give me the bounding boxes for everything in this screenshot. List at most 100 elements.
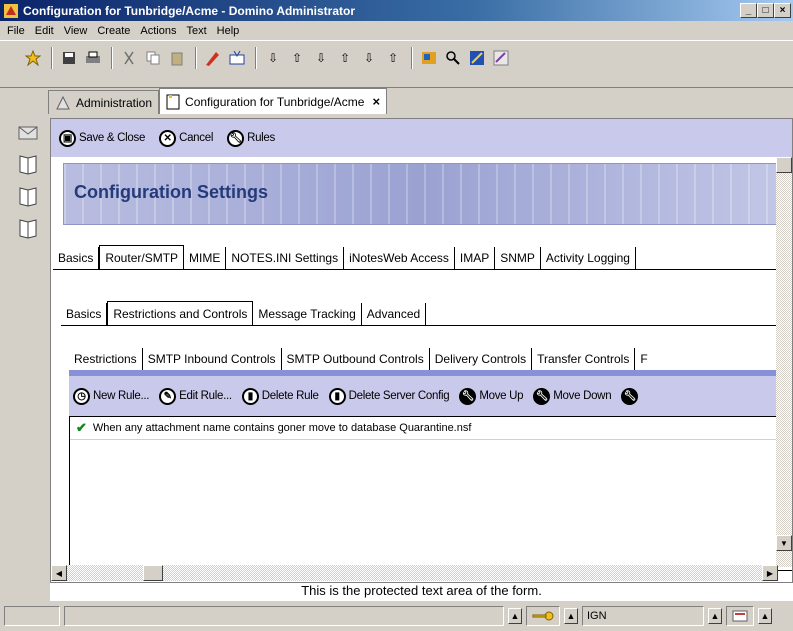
agent-icon[interactable] [490,47,512,69]
rules-list: ✔ When any attachment name contains gone… [69,416,792,571]
tab-inotes-web-access[interactable]: iNotesWeb Access [344,247,455,269]
rules-button[interactable]: 🔧︎ Rules [227,129,275,147]
main-tabs: Basics Router/SMTP MIME NOTES.INI Settin… [53,243,636,269]
delete-rule-button[interactable]: ▮ Delete Rule [241,387,319,405]
more-action-button[interactable]: 🔧︎ [621,387,639,405]
mail-bookmark-icon[interactable] [16,120,40,144]
tab-mime[interactable]: MIME [184,247,227,269]
cancel-icon: ✕ [159,129,177,147]
scroll-right-button[interactable]: ▶ [762,565,778,581]
horizontal-scrollbar[interactable]: ◀ ▶ [51,565,778,581]
move-down-button[interactable]: 🔧︎ Move Down [533,387,612,405]
menu-actions[interactable]: Actions [135,25,181,37]
tab-snmp[interactable]: SNMP [495,247,541,269]
rules-action-bar: ◷ New Rule... ✎ Edit Rule... ▮ Delete Ru… [69,370,792,416]
tab-advanced[interactable]: Advanced [362,303,427,325]
tab-administration-label: Administration [76,95,153,110]
minimize-button[interactable]: _ [740,3,757,18]
trash-icon-2: ▮ [328,387,346,405]
tab-imap[interactable]: IMAP [455,247,496,269]
scroll-left-button[interactable]: ◀ [51,565,67,581]
close-tab-icon[interactable]: × [372,94,380,109]
horizontal-scroll-thumb[interactable] [143,565,163,581]
inbox-icon[interactable] [226,47,248,69]
menu-create[interactable]: Create [92,25,135,37]
location-up-arrow-icon[interactable]: ▲ [708,608,722,624]
print-icon[interactable] [82,47,104,69]
wrench-icon: 🔧︎ [227,129,245,147]
tab-f-partial[interactable]: F [635,348,652,370]
menu-view[interactable]: View [59,25,93,37]
app-window: Configuration for Tunbridge/Acme - Domin… [0,0,793,631]
delete-server-config-button[interactable]: ▮ Delete Server Config [328,387,450,405]
arrow-down-icon[interactable]: ⇩ [262,47,284,69]
copy-icon[interactable] [142,47,164,69]
location-selector[interactable]: IGN [582,606,704,626]
vertical-scroll-thumb[interactable] [776,157,792,173]
check-icon: ✔ [76,420,87,435]
cancel-button[interactable]: ✕ Cancel [159,129,213,147]
status-up-arrow-icon-2[interactable]: ▲ [564,608,578,624]
scroll-down-button[interactable]: ▼ [776,535,792,551]
arrow-up-top-icon[interactable]: ⇧ [286,47,308,69]
save-close-button[interactable]: ▣ Save & Close [59,129,146,147]
document-area: ▣ Save & Close ✕ Cancel 🔧︎ Rules Configu… [50,118,793,583]
tab-smtp-outbound[interactable]: SMTP Outbound Controls [282,348,430,370]
menu-bar: File Edit View Create Actions Text Help [0,21,793,40]
new-rule-button[interactable]: ◷ New Rule... [73,387,149,405]
tab-router-basics[interactable]: Basics [61,303,108,325]
menu-help[interactable]: Help [212,25,245,37]
tab-administration[interactable]: Administration [48,90,160,114]
save-icon: ▣ [59,129,76,147]
table-row[interactable]: ✔ When any attachment name contains gone… [70,417,792,440]
database-icon[interactable] [418,47,440,69]
title-bar[interactable]: Configuration for Tunbridge/Acme - Domin… [0,0,793,21]
mail-status-icon[interactable] [726,606,754,626]
save-icon[interactable] [58,47,80,69]
search-icon[interactable] [442,47,464,69]
window-title: Configuration for Tunbridge/Acme - Domin… [23,3,355,18]
key-icon[interactable] [526,606,560,626]
next-unread-icon[interactable]: ⇩ [358,47,380,69]
tab-delivery-controls[interactable]: Delivery Controls [430,348,533,370]
tab-router-smtp[interactable]: Router/SMTP [99,245,185,269]
tab-message-tracking[interactable]: Message Tracking [253,303,362,325]
move-up-button[interactable]: 🔧︎ Move Up [459,387,524,405]
close-button[interactable]: × [774,3,791,18]
cut-icon[interactable] [118,47,140,69]
edit-rule-button[interactable]: ✎ Edit Rule... [159,387,232,405]
book-bookmark-icon-3[interactable] [16,216,40,240]
tab-basics[interactable]: Basics [53,247,100,269]
tools-icon[interactable] [466,47,488,69]
paste-icon[interactable] [166,47,188,69]
menu-file[interactable]: File [2,25,30,37]
configuration-banner: Configuration Settings [63,163,783,225]
page-title: Configuration Settings [74,182,268,202]
open-icon[interactable] [22,47,44,69]
arrow-up-small-icon[interactable]: ⇧ [334,47,356,69]
menu-text[interactable]: Text [181,25,211,37]
tab-configuration[interactable]: Configuration for Tunbridge/Acme × [159,88,388,114]
rule-text: When any attachment name contains goner … [92,422,472,434]
mail-up-arrow-icon[interactable]: ▲ [758,608,772,624]
tab-notes-ini[interactable]: NOTES.INI Settings [226,247,345,269]
vertical-scrollbar[interactable]: ▼ [776,157,792,567]
status-bar: ▲ ▲ IGN ▲ ▲ [0,601,793,631]
previous-unread-icon[interactable]: ⇧ [382,47,404,69]
tab-activity-logging[interactable]: Activity Logging [541,247,636,269]
save-close-label: Save & Close [79,132,146,144]
status-up-arrow-icon[interactable]: ▲ [508,608,522,624]
tab-smtp-inbound[interactable]: SMTP Inbound Controls [143,348,282,370]
menu-edit[interactable]: Edit [30,25,59,37]
window-tabs: Administration Configuration for Tunbrid… [48,88,388,114]
tab-restrictions-controls[interactable]: Restrictions and Controls [107,301,254,325]
document-icon [166,94,180,109]
tab-transfer-controls[interactable]: Transfer Controls [532,348,636,370]
book-bookmark-icon[interactable] [16,152,40,176]
edit-document-icon[interactable] [202,47,224,69]
tab-restrictions[interactable]: Restrictions [69,348,143,370]
maximize-button[interactable]: □ [757,3,774,18]
book-bookmark-icon-2[interactable] [16,184,40,208]
arrow-down-small-icon[interactable]: ⇩ [310,47,332,69]
status-box-left [4,606,60,626]
